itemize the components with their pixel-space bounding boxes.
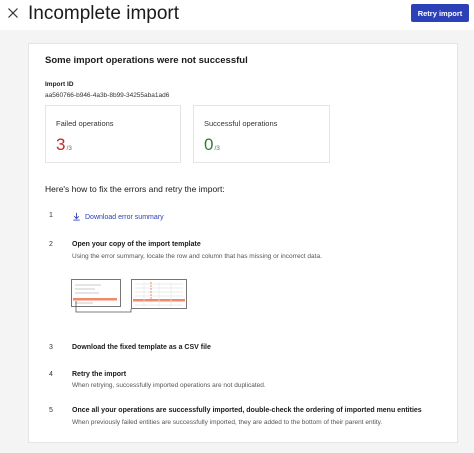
template-illustration <box>71 279 187 313</box>
step-description: When retrying, successfully imported ope… <box>72 382 266 389</box>
failed-count: 3 <box>56 135 66 154</box>
import-summary-card: Some import operations were not successf… <box>28 43 458 443</box>
close-icon[interactable] <box>5 5 21 21</box>
step-number: 1 <box>49 212 53 219</box>
success-count: 0 <box>204 135 214 154</box>
step-number: 2 <box>49 241 53 248</box>
retry-import-button[interactable]: Retry import <box>411 4 469 22</box>
failed-operations-stat: Failed operations 3/3 <box>45 105 181 163</box>
page-title: Incomplete import <box>28 3 180 24</box>
top-bar: Incomplete import Retry import <box>0 0 474 30</box>
failed-operations-label: Failed operations <box>56 119 114 128</box>
step-title: Once all your operations are successfull… <box>72 407 422 414</box>
step-description: When previously failed entities are succ… <box>72 419 383 426</box>
successful-operations-value: 0/3 <box>204 135 220 159</box>
step-title: Download the fixed template as a CSV fil… <box>72 344 211 351</box>
step-number: 5 <box>49 407 53 414</box>
card-title: Some import operations were not successf… <box>45 55 248 66</box>
step-title: Open your copy of the import template <box>72 241 201 248</box>
step-number: 4 <box>49 371 53 378</box>
successful-operations-label: Successful operations <box>204 119 278 128</box>
download-link-label: Download error summary <box>85 213 164 221</box>
failed-total: /3 <box>66 145 72 152</box>
failed-operations-value: 3/3 <box>56 135 72 159</box>
download-icon <box>72 212 81 223</box>
success-total: /3 <box>214 145 220 152</box>
step-title: Retry the import <box>72 371 127 378</box>
step-number: 3 <box>49 344 53 351</box>
download-error-summary-link[interactable]: Download error summary <box>72 211 164 223</box>
successful-operations-stat: Successful operations 0/3 <box>193 105 330 163</box>
import-id-label: Import ID <box>45 81 74 88</box>
import-id-value: aa560766-b946-4a3b-8b99-34255aba1ad6 <box>45 92 170 99</box>
instructions-heading: Here's how to fix the errors and retry t… <box>45 184 225 194</box>
step-description: Using the error summary, locate the row … <box>72 253 322 260</box>
